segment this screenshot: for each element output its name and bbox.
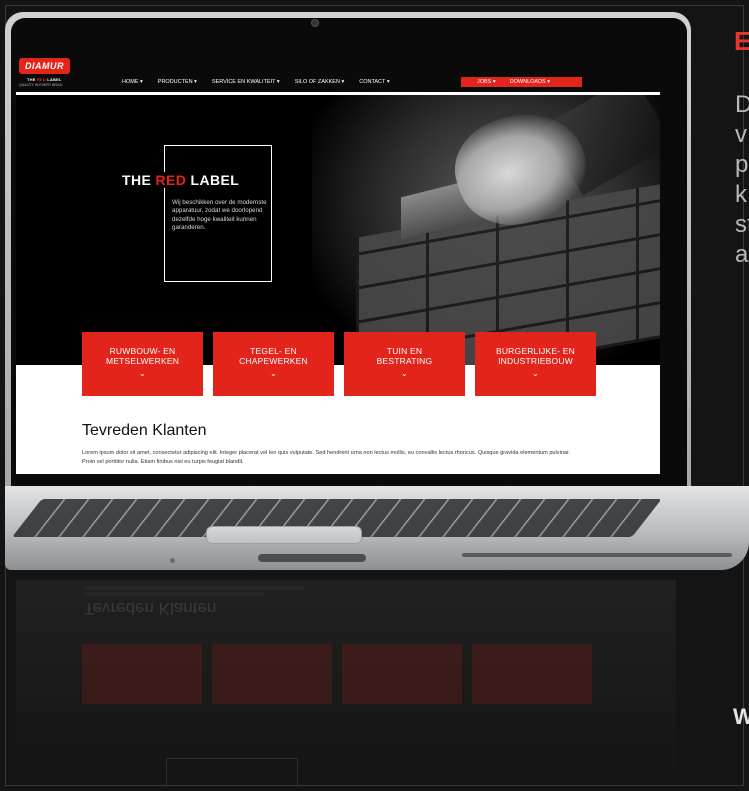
presentation-scene: DIAMUR THE RED LABEL QUALITY IN EVERY BR… (0, 0, 749, 791)
jobs-button[interactable]: JOBS ▾ (477, 79, 496, 85)
card-label-line2: INDUSTRIEBOUW (498, 356, 573, 366)
card-label-line1: RUWBOUW- EN (109, 346, 176, 356)
screen-reflection: Tevreden Klanten (16, 580, 676, 785)
card-label-line1: BURGERLIJKE- EN (495, 346, 576, 356)
card-tegel[interactable]: TEGEL- EN CHAPEWERKEN ⌄ (213, 332, 334, 396)
category-cards: RUWBOUW- EN METSELWERKEN ⌄ TEGEL- EN CHA… (82, 332, 606, 396)
indicator-light (170, 558, 175, 563)
diamur-logo[interactable]: DIAMUR (19, 58, 70, 74)
chevron-down-icon: ⌄ (532, 369, 539, 378)
section-text: Lorem ipsum dolor sit amet, consectetur … (82, 450, 571, 465)
header-button-bar: JOBS ▾ DOWNLOADS ▾ (461, 77, 582, 87)
chevron-down-icon: ⌄ (270, 369, 277, 378)
reflection-frame (166, 758, 298, 785)
reflection-tile (342, 644, 462, 704)
reflection-line (84, 592, 264, 596)
trackpad (206, 526, 362, 544)
card-label-line1: TEGEL- EN (250, 346, 297, 356)
hero-section: THE RED LABEL Wij beschikken over de mod… (16, 95, 660, 365)
side-heading: E (734, 26, 749, 56)
card-label-line2: CHAPEWERKEN (239, 356, 308, 366)
main-nav: HOME ▾ PRODUCTEN ▾ SERVICE EN KWALITEIT … (122, 79, 405, 85)
section-title: Tevreden Klanten (82, 422, 207, 439)
chevron-down-icon: ⌄ (401, 369, 408, 378)
logo-tagline: THE RED LABEL (27, 77, 62, 82)
logo-subline: QUALITY IN EVERY BRICK (19, 83, 63, 87)
card-burgerlijke[interactable]: BURGERLIJKE- EN INDUSTRIEBOUW ⌄ (475, 332, 596, 396)
reflection-tile (82, 644, 202, 704)
reflection-tile (472, 644, 592, 704)
camera-icon (311, 19, 319, 27)
chevron-down-icon: ⌄ (139, 369, 146, 378)
hero-title: THE RED LABEL (119, 172, 243, 188)
side-footer-text: W (733, 704, 749, 729)
card-ruwbouw[interactable]: RUWBOUW- EN METSELWERKEN ⌄ (82, 332, 203, 396)
front-slot (258, 554, 366, 562)
side-paragraph: D v p k st a (735, 91, 749, 268)
card-label-line2: METSELWERKEN (105, 356, 180, 366)
nav-item-producten[interactable]: PRODUCTEN ▾ (158, 79, 197, 85)
site-header: DIAMUR THE RED LABEL QUALITY IN EVERY BR… (16, 52, 660, 92)
nav-item-home[interactable]: HOME ▾ (122, 79, 143, 85)
nav-item-silo[interactable]: SILO OF ZAKKEN ▾ (295, 79, 345, 85)
hero-description: Wij beschikken over de modernste apparat… (172, 199, 267, 232)
card-label-line2: BESTRATING (376, 356, 433, 366)
front-edge (462, 553, 732, 557)
card-label-line1: TUIN EN (386, 346, 423, 356)
reflection-line (84, 586, 304, 590)
reflection-title: Tevreden Klanten (84, 599, 217, 618)
downloads-button[interactable]: DOWNLOADS ▾ (510, 79, 550, 85)
laptop-screen: DIAMUR THE RED LABEL QUALITY IN EVERY BR… (16, 52, 660, 474)
reflection-tile (212, 644, 332, 704)
nav-item-service[interactable]: SERVICE EN KWALITEIT ▾ (212, 79, 280, 85)
nav-item-contact[interactable]: CONTACT ▾ (359, 79, 389, 85)
card-tuin[interactable]: TUIN EN BESTRATING ⌄ (344, 332, 465, 396)
